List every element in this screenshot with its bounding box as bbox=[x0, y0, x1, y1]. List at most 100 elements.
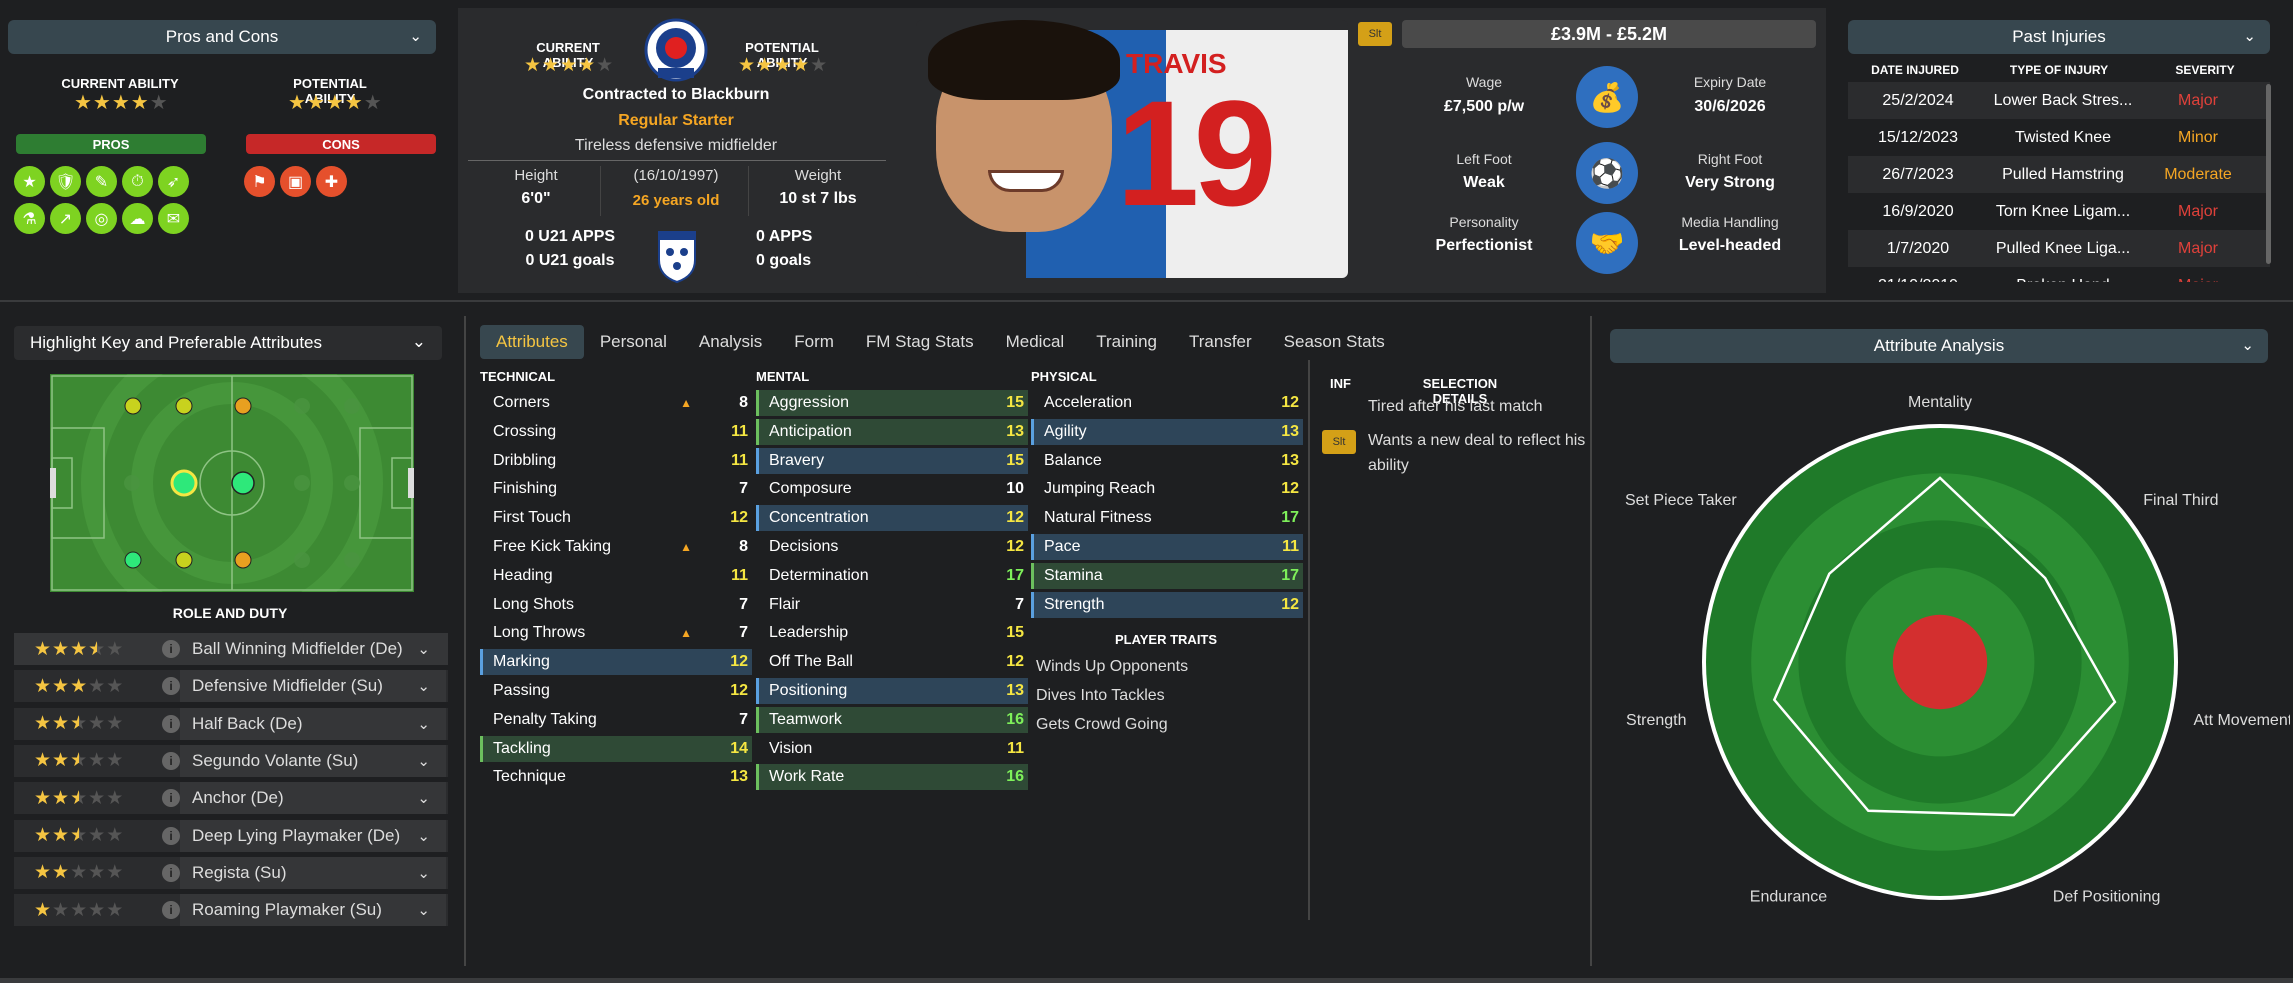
info-icon[interactable]: i bbox=[162, 901, 180, 920]
role-name[interactable]: Defensive Midfielder (Su) ⌄ bbox=[180, 670, 446, 703]
role-name[interactable]: Ball Winning Midfielder (De) ⌄ bbox=[180, 633, 446, 665]
attribute-row[interactable]: Jumping Reach 12 bbox=[1031, 476, 1303, 502]
attribute-row[interactable]: Pace 11 bbox=[1031, 534, 1303, 560]
role-row[interactable]: ★★★★★ i Half Back (De) ⌄ bbox=[14, 707, 448, 740]
past-injuries-dropdown[interactable]: Past Injuries ⌄ bbox=[1848, 20, 2270, 54]
attribute-row[interactable]: Bravery 15 bbox=[756, 447, 1028, 474]
injury-row[interactable]: 15/12/2023 Twisted Knee Minor bbox=[1848, 119, 2270, 156]
club-crest-icon bbox=[644, 18, 708, 82]
pros-trait-icon[interactable]: ★ bbox=[14, 166, 45, 197]
attribute-row[interactable]: Free Kick Taking ▲ 8 bbox=[480, 534, 752, 560]
attribute-row[interactable]: Tackling 14 bbox=[480, 735, 752, 762]
pros-trait-icon[interactable]: ✉ bbox=[158, 203, 189, 234]
tab-attributes[interactable]: Attributes bbox=[480, 325, 584, 359]
role-name[interactable]: Half Back (De) ⌄ bbox=[180, 707, 446, 740]
role-row[interactable]: ★★★★★ i Ball Winning Midfielder (De) ⌄ bbox=[14, 633, 448, 665]
info-icon[interactable]: i bbox=[162, 751, 180, 770]
attribute-row[interactable]: Aggression 15 bbox=[756, 390, 1028, 416]
attribute-row[interactable]: Vision 11 bbox=[756, 736, 1028, 762]
tab-training[interactable]: Training bbox=[1080, 325, 1173, 359]
attribute-analysis-dropdown[interactable]: Attribute Analysis ⌄ bbox=[1610, 329, 2268, 363]
role-name[interactable]: Segundo Volante (Su) ⌄ bbox=[180, 744, 446, 777]
attribute-row[interactable]: Crossing 11 bbox=[480, 419, 752, 445]
pros-trait-icon[interactable]: ◎ bbox=[86, 203, 117, 234]
attribute-row[interactable]: Natural Fitness 17 bbox=[1031, 505, 1303, 531]
cons-trait-icon[interactable]: ⚑ bbox=[244, 166, 275, 197]
attribute-row[interactable]: Long Throws ▲ 7 bbox=[480, 620, 752, 646]
injury-row[interactable]: 25/2/2024 Lower Back Stres... Major bbox=[1848, 82, 2270, 119]
attribute-row[interactable]: Leadership 15 bbox=[756, 620, 1028, 646]
attribute-row[interactable]: Anticipation 13 bbox=[756, 418, 1028, 445]
pros-trait-icon[interactable]: ☁ bbox=[122, 203, 153, 234]
tab-form[interactable]: Form bbox=[778, 325, 850, 359]
attribute-value: 12 bbox=[730, 682, 748, 699]
cons-trait-icon[interactable]: ✚ bbox=[316, 166, 347, 197]
info-icon[interactable]: i bbox=[162, 789, 180, 808]
attribute-row[interactable]: Concentration 12 bbox=[756, 505, 1028, 532]
role-name[interactable]: Deep Lying Playmaker (De) ⌄ bbox=[180, 819, 446, 852]
attribute-row[interactable]: Agility 13 bbox=[1031, 418, 1303, 445]
role-name[interactable]: Roaming Playmaker (Su) ⌄ bbox=[180, 894, 446, 927]
attribute-row[interactable]: Long Shots 7 bbox=[480, 592, 752, 618]
attribute-row[interactable]: Off The Ball 12 bbox=[756, 649, 1028, 675]
tab-season-stats[interactable]: Season Stats bbox=[1268, 325, 1401, 359]
injury-list[interactable]: 25/2/2024 Lower Back Stres... Major 15/12/2… bbox=[1848, 82, 2270, 282]
pros-trait-icon[interactable]: ➶ bbox=[158, 166, 189, 197]
info-icon[interactable]: i bbox=[162, 677, 180, 696]
tab-medical[interactable]: Medical bbox=[990, 325, 1081, 359]
attribute-row[interactable]: Dribbling 11 bbox=[480, 448, 752, 474]
tab-fm-stag-stats[interactable]: FM Stag Stats bbox=[850, 325, 990, 359]
role-name[interactable]: Anchor (De) ⌄ bbox=[180, 782, 446, 815]
pros-cons-dropdown[interactable]: Pros and Cons ⌄ bbox=[8, 20, 436, 54]
attribute-row[interactable]: Teamwork 16 bbox=[756, 706, 1028, 733]
transfer-value[interactable]: £3.9M - £5.2M bbox=[1402, 20, 1816, 48]
attribute-row[interactable]: Passing 12 bbox=[480, 678, 752, 704]
role-row[interactable]: ★★★★★ i Anchor (De) ⌄ bbox=[14, 782, 448, 815]
pros-trait-icon[interactable]: ↗ bbox=[50, 203, 81, 234]
attribute-row[interactable]: Flair 7 bbox=[756, 592, 1028, 618]
info-icon[interactable]: i bbox=[162, 863, 180, 882]
injury-row[interactable]: 21/10/2019Broken HandMajor bbox=[1848, 267, 2270, 283]
info-icon[interactable]: i bbox=[162, 714, 180, 733]
info-icon[interactable]: i bbox=[162, 640, 180, 658]
attribute-row[interactable]: Positioning 13 bbox=[756, 678, 1028, 704]
attribute-row[interactable]: First Touch 12 bbox=[480, 505, 752, 531]
injury-scrollbar[interactable] bbox=[2266, 84, 2271, 264]
attribute-row[interactable]: Composure 10 bbox=[756, 476, 1028, 502]
attribute-row[interactable]: Decisions 12 bbox=[756, 534, 1028, 560]
tab-analysis[interactable]: Analysis bbox=[683, 325, 778, 359]
attribute-row[interactable]: Heading 11 bbox=[480, 563, 752, 589]
injury-row[interactable]: 26/7/2023 Pulled Hamstring Moderate bbox=[1848, 156, 2270, 193]
attribute-row[interactable]: Work Rate 16 bbox=[756, 764, 1028, 791]
pros-trait-icon[interactable]: ✎ bbox=[86, 166, 117, 197]
cons-trait-icon[interactable]: ▣ bbox=[280, 166, 311, 197]
attribute-row[interactable]: Corners ▲ 8 bbox=[480, 390, 752, 416]
attribute-row[interactable]: Acceleration 12 bbox=[1031, 390, 1303, 416]
pros-trait-icon[interactable]: 🛡 bbox=[50, 166, 81, 197]
role-row[interactable]: ★★★★★ i Roaming Playmaker (Su) ⌄ bbox=[14, 894, 448, 927]
attribute-row[interactable]: Balance 13 bbox=[1031, 448, 1303, 474]
attribute-row[interactable]: Determination 17 bbox=[756, 563, 1028, 589]
role-row[interactable]: ★★★★★ i Defensive Midfielder (Su) ⌄ bbox=[14, 670, 448, 703]
attribute-row[interactable]: Finishing 7 bbox=[480, 476, 752, 502]
info-icon[interactable]: i bbox=[162, 826, 180, 845]
attribute-row[interactable]: Stamina 17 bbox=[1031, 562, 1303, 589]
highlight-dropdown[interactable]: Highlight Key and Preferable Attributes … bbox=[14, 326, 442, 360]
attribute-row[interactable]: Strength 12 bbox=[1031, 591, 1303, 618]
pros-trait-icon[interactable]: ⏱ bbox=[122, 166, 153, 197]
tab-personal[interactable]: Personal bbox=[584, 325, 683, 359]
attribute-row[interactable]: Penalty Taking 7 bbox=[480, 707, 752, 733]
attribute-value: 13 bbox=[730, 768, 748, 786]
attribute-value: 15 bbox=[1006, 451, 1024, 469]
injury-row[interactable]: 16/9/2020 Torn Knee Ligam... Major bbox=[1848, 193, 2270, 230]
pros-trait-icon[interactable]: ⚗ bbox=[14, 203, 45, 234]
attribute-name: Determination bbox=[769, 566, 869, 584]
role-name[interactable]: Regista (Su) ⌄ bbox=[180, 856, 446, 889]
attribute-row[interactable]: Technique 13 bbox=[480, 764, 752, 790]
role-row[interactable]: ★★★★★ i Deep Lying Playmaker (De) ⌄ bbox=[14, 819, 448, 852]
role-row[interactable]: ★★★★★ i Segundo Volante (Su) ⌄ bbox=[14, 744, 448, 777]
tab-transfer[interactable]: Transfer bbox=[1173, 325, 1268, 359]
injury-row[interactable]: 1/7/2020 Pulled Knee Liga... Major bbox=[1848, 230, 2270, 267]
attribute-row[interactable]: Marking 12 bbox=[480, 649, 752, 676]
role-row[interactable]: ★★★★★ i Regista (Su) ⌄ bbox=[14, 856, 448, 889]
